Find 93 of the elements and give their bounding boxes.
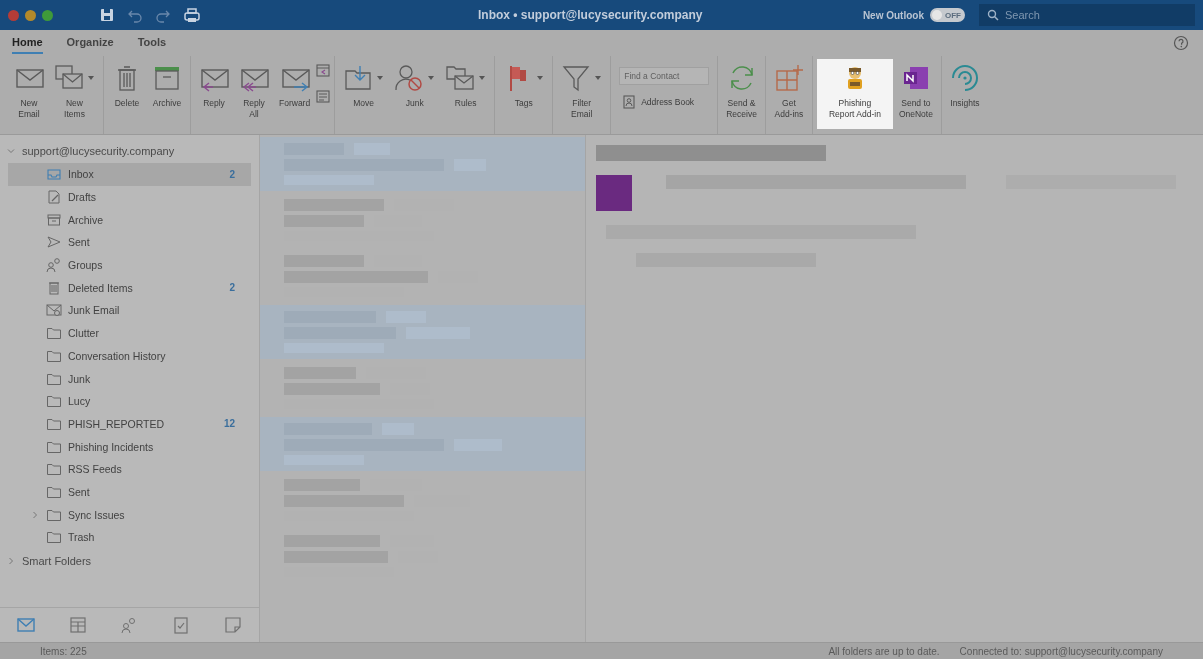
ribbon-button[interactable]: Move — [339, 59, 389, 129]
unread-count: 2 — [229, 282, 235, 294]
minimize-button[interactable] — [25, 9, 36, 21]
ribbon-tab[interactable]: Tools — [137, 32, 167, 54]
window-title: Inbox • support@lucysecurity.company — [478, 8, 704, 22]
close-button[interactable] — [8, 9, 19, 21]
folder-item[interactable]: Groups — [8, 253, 251, 277]
chevron-icon[interactable] — [6, 146, 16, 156]
help-icon[interactable] — [1173, 35, 1189, 51]
ribbon-button[interactable]: Reply — [195, 59, 233, 129]
archive-box-icon — [46, 211, 62, 228]
funnel-icon — [561, 63, 592, 93]
ribbon-button[interactable]: Get Add-ins — [769, 59, 808, 129]
find-contact-field[interactable]: Find a Contact — [619, 67, 710, 85]
ribbon-button[interactable]: Phishing Report Add-in — [816, 59, 893, 129]
ribbon-tab[interactable]: Organize — [66, 32, 114, 54]
folder-item[interactable]: Conversation History — [8, 344, 251, 368]
people-icon — [46, 257, 62, 274]
ribbon-button[interactable]: Reply All — [235, 59, 273, 129]
folder-icon — [46, 325, 62, 342]
ribbon-button[interactable]: Insights — [945, 59, 984, 129]
ribbon-button[interactable]: New Email — [10, 59, 48, 129]
chevron-icon[interactable] — [30, 509, 40, 520]
folder-item[interactable]: Clutter — [8, 321, 251, 345]
new-outlook-toggle[interactable]: OFF — [930, 8, 965, 22]
folder-item[interactable]: Junk Email — [8, 299, 251, 322]
calendar-icon — [316, 63, 331, 77]
folder-item[interactable]: Archive — [8, 208, 251, 232]
ribbon-button[interactable]: Forward — [275, 59, 315, 129]
folder-item[interactable]: Junk — [8, 367, 251, 390]
caret-icon — [427, 75, 436, 81]
junk-mail-icon — [46, 302, 62, 319]
connection-status: Connected to: support@lucysecurity.company — [959, 645, 1163, 657]
folder-item[interactable]: PHISH_REPORTED 12 — [8, 412, 251, 436]
ribbon-button[interactable]: Send to OneNote — [894, 59, 937, 129]
ribbon-button[interactable]: Send & Receive — [722, 59, 761, 129]
ribbon-tab[interactable]: Home — [12, 32, 43, 54]
folder-item[interactable]: Lucy — [8, 389, 251, 413]
caret-icon — [536, 75, 545, 81]
chevron-icon[interactable] — [6, 555, 16, 566]
folder-icon — [46, 461, 62, 478]
ribbon-button[interactable]: Junk — [390, 59, 440, 129]
caret-icon — [478, 75, 487, 81]
folder-item[interactable]: Phishing Incidents — [8, 435, 251, 458]
folder-item[interactable]: Sent — [8, 231, 251, 254]
printer-icon[interactable] — [183, 7, 201, 23]
mail-icon — [15, 615, 36, 635]
folder-item[interactable]: Drafts — [8, 185, 251, 209]
save-icon[interactable] — [99, 7, 115, 23]
caret-icon — [87, 75, 95, 81]
folder-item[interactable]: Sync Issues — [8, 503, 251, 526]
calendar-icon — [67, 615, 88, 635]
ribbon-button[interactable]: Archive — [148, 59, 186, 129]
person-block-icon — [394, 63, 425, 93]
item-count: Items: 225 — [40, 645, 87, 657]
folder-arrow-icon — [343, 63, 374, 93]
ribbon-button[interactable]: Tags — [499, 59, 549, 129]
unread-count: 2 — [229, 168, 235, 180]
account-label[interactable]: Smart Folders — [22, 554, 92, 567]
address-book-button[interactable]: Address Book — [619, 95, 710, 109]
trash-icon — [46, 279, 62, 296]
note-icon — [223, 615, 244, 635]
address-book-icon — [623, 95, 636, 109]
meeting-reply-button[interactable] — [316, 63, 331, 77]
ribbon-button[interactable]: Delete — [108, 59, 146, 129]
account-label[interactable]: support@lucysecurity.company — [22, 145, 175, 157]
send-icon — [46, 234, 62, 251]
folders-icon — [445, 63, 476, 93]
more-reply-button[interactable] — [316, 89, 331, 103]
spiral-icon — [949, 63, 980, 93]
caret-icon — [594, 75, 603, 81]
sync-status: All folders are up to date. — [828, 645, 940, 657]
ribbon-button[interactable]: Rules — [441, 59, 491, 129]
ribbon-button[interactable]: New Items — [50, 59, 99, 129]
inbox-icon — [46, 166, 62, 183]
folder-item[interactable]: Trash — [8, 526, 251, 549]
folder-item[interactable]: Deleted Items 2 — [8, 276, 251, 300]
grid-plus-icon — [773, 63, 804, 93]
document-icon — [316, 89, 331, 103]
folder-icon — [46, 393, 62, 410]
maximize-button[interactable] — [42, 9, 53, 21]
unread-count: 12 — [223, 418, 235, 430]
avatar-placeholder — [596, 175, 632, 211]
caret-icon — [376, 75, 385, 81]
folder-item[interactable]: Inbox 2 — [8, 163, 251, 186]
ribbon-button[interactable]: Filter Email — [557, 59, 607, 129]
folder-item[interactable]: Sent — [8, 480, 251, 504]
search-icon — [987, 9, 999, 21]
folder-icon — [46, 529, 62, 546]
search-field[interactable]: Search — [979, 4, 1195, 26]
draft-icon — [46, 189, 62, 206]
new-outlook-label: New Outlook — [862, 9, 924, 21]
folder-item[interactable]: RSS Feeds — [8, 457, 251, 481]
